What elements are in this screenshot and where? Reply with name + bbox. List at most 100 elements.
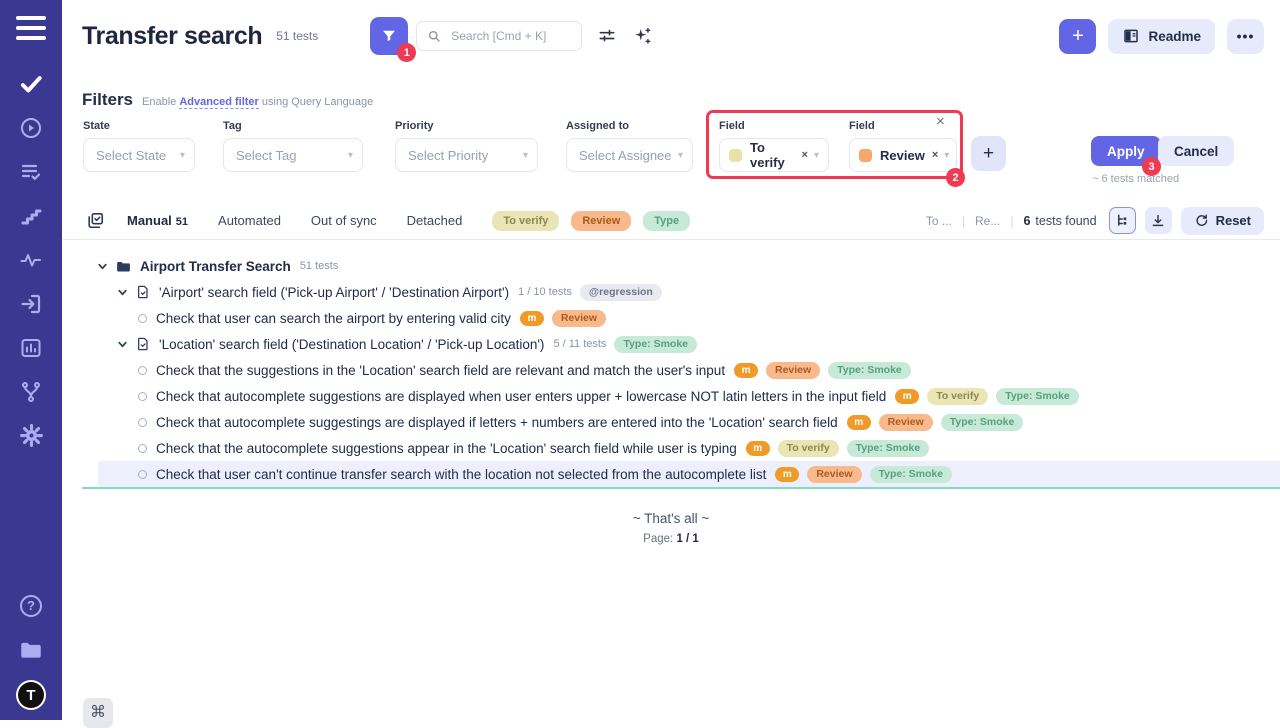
- type-badge: Type: Smoke: [870, 466, 953, 483]
- export-download-button[interactable]: [1145, 207, 1172, 234]
- type-badge: Type: Smoke: [828, 362, 911, 379]
- manual-badge: m: [520, 311, 544, 326]
- filter-chip-review[interactable]: Review: [571, 211, 631, 231]
- search-box: [416, 21, 582, 51]
- tab-out-of-sync[interactable]: Out of sync: [311, 213, 377, 228]
- filter-chip-type[interactable]: Type: [643, 211, 690, 231]
- tree-row-test[interactable]: Check that autocomplete suggestions are …: [62, 383, 1280, 409]
- tree-row-test[interactable]: Check that the autocomplete suggestions …: [62, 435, 1280, 461]
- projects-folder-icon[interactable]: [17, 636, 45, 663]
- chevron-down-icon: ▾: [180, 150, 185, 161]
- ellipsis-icon: •••: [1237, 28, 1255, 44]
- tree-row-folder[interactable]: Airport Transfer Search 51 tests: [62, 253, 1280, 279]
- filter-group-state: State Select State ▾: [83, 120, 195, 172]
- state-select[interactable]: Select State ▾: [83, 138, 195, 172]
- chevron-down-icon: ▾: [944, 150, 949, 161]
- header-tests-count: 51 tests: [276, 29, 318, 43]
- bulk-select-icon[interactable]: [86, 211, 105, 230]
- analytics-icon[interactable]: [17, 334, 45, 361]
- create-button[interactable]: +: [1059, 19, 1096, 54]
- requirements-import-icon[interactable]: [17, 290, 45, 317]
- tests-repository-icon[interactable]: [17, 70, 45, 97]
- type-badge: Type: Smoke: [996, 388, 1079, 405]
- help-icon[interactable]: ?: [17, 592, 45, 619]
- suite-document-icon: [135, 284, 151, 300]
- tabs-bar: Manual51 Automated Out of sync Detached …: [62, 202, 1280, 240]
- cancel-button[interactable]: Cancel: [1158, 136, 1234, 166]
- filter-chip-to-verify[interactable]: To verify: [492, 211, 559, 231]
- funnel-icon: [380, 27, 398, 45]
- readme-button[interactable]: Readme: [1108, 19, 1215, 54]
- tabs-right-controls: To ... | Re... | 6 tests found Reset: [926, 207, 1264, 235]
- activity-pulse-icon[interactable]: [17, 246, 45, 273]
- field-select-review[interactable]: Review × ▾: [849, 138, 957, 172]
- priority-select[interactable]: Select Priority ▾: [395, 138, 538, 172]
- manual-badge: m: [895, 389, 919, 404]
- assignee-select[interactable]: Select Assignee ▾: [566, 138, 693, 172]
- status-badge: Review: [879, 414, 933, 431]
- tree-row-suite[interactable]: 'Airport' search field ('Pick-up Airport…: [62, 279, 1280, 305]
- chevron-down-icon: ▾: [678, 150, 683, 161]
- plus-icon: +: [1072, 25, 1084, 48]
- test-status-circle-icon: [138, 418, 147, 427]
- reset-button[interactable]: Reset: [1181, 207, 1264, 235]
- filter-button[interactable]: 1: [370, 17, 408, 55]
- tests-found-count: 6: [1023, 214, 1030, 228]
- tab-manual[interactable]: Manual51: [127, 213, 188, 228]
- ai-sparkles-icon[interactable]: [632, 26, 653, 47]
- manual-badge: m: [734, 363, 758, 378]
- suite-document-icon: [135, 336, 151, 352]
- more-options-button[interactable]: •••: [1227, 19, 1264, 54]
- app-root: ? T Transfer search 51 tests 1: [0, 0, 1280, 720]
- pagination-text: Page: 1 / 1: [62, 533, 1280, 545]
- tab-detached[interactable]: Detached: [407, 213, 463, 228]
- test-plans-icon[interactable]: [17, 158, 45, 185]
- sidebar: ? T: [0, 0, 62, 720]
- status-badge: To verify: [778, 440, 839, 457]
- chevron-down-icon: ▾: [348, 150, 353, 161]
- status-badge: To verify: [927, 388, 988, 405]
- search-input[interactable]: [449, 28, 571, 44]
- manual-badge: m: [775, 467, 799, 482]
- tree-view-toggle-button[interactable]: [1109, 207, 1136, 234]
- remove-field-filter-icon[interactable]: ×: [936, 114, 945, 129]
- annotation-badge-1: 1: [397, 43, 416, 62]
- test-status-circle-icon: [138, 444, 147, 453]
- remove-value-icon[interactable]: ×: [932, 149, 938, 161]
- tree-row-suite[interactable]: 'Location' search field ('Destination Lo…: [62, 331, 1280, 357]
- annotation-badge-2: 2: [946, 168, 965, 187]
- workspace-avatar[interactable]: T: [16, 680, 46, 710]
- traceability-branch-icon[interactable]: [17, 378, 45, 405]
- plus-icon: +: [983, 143, 994, 165]
- add-filter-button[interactable]: +: [971, 136, 1006, 171]
- filters-heading: Filters: [82, 90, 133, 110]
- settings-gear-icon[interactable]: [17, 422, 45, 449]
- test-runs-icon[interactable]: [17, 114, 45, 141]
- command-key-icon[interactable]: ⌘: [83, 698, 113, 728]
- chevron-expand-icon[interactable]: [117, 339, 128, 350]
- chevron-expand-icon[interactable]: [117, 287, 128, 298]
- tree-row-test[interactable]: Check that autocomplete suggestings are …: [62, 409, 1280, 435]
- tree-row-test[interactable]: Check that user can search the airport b…: [62, 305, 1280, 331]
- shared-steps-icon[interactable]: [17, 202, 45, 229]
- truncated-filter-re[interactable]: Re...: [975, 214, 1000, 228]
- tree-row-test[interactable]: Check that the suggestions in the 'Locat…: [62, 357, 1280, 383]
- field-select-to-verify[interactable]: To verify × ▾: [719, 138, 829, 172]
- advanced-filter-link[interactable]: Advanced filter: [179, 96, 258, 109]
- test-tree: Airport Transfer Search 51 tests 'Airpor…: [62, 240, 1280, 545]
- tune-sliders-icon[interactable]: [597, 26, 617, 46]
- chevron-expand-icon[interactable]: [97, 261, 108, 272]
- hamburger-menu-icon[interactable]: [16, 16, 46, 40]
- remove-value-icon[interactable]: ×: [802, 149, 808, 161]
- tree-row-test-selected[interactable]: Check that user can't continue transfer …: [98, 461, 1280, 487]
- topbar: Transfer search 51 tests 1 + Readme: [62, 0, 1280, 72]
- main-content: Transfer search 51 tests 1 + Readme: [62, 0, 1280, 720]
- truncated-filter-to[interactable]: To ...: [926, 214, 952, 228]
- tab-automated[interactable]: Automated: [218, 213, 281, 228]
- test-status-circle-icon: [138, 470, 147, 479]
- filter-group-field-1: Field To verify × ▾: [719, 120, 829, 172]
- test-status-circle-icon: [138, 314, 147, 323]
- tag-select[interactable]: Select Tag ▾: [223, 138, 363, 172]
- filter-group-assignee: Assigned to Select Assignee ▾: [566, 120, 693, 172]
- type-badge: Type: Smoke: [847, 440, 930, 457]
